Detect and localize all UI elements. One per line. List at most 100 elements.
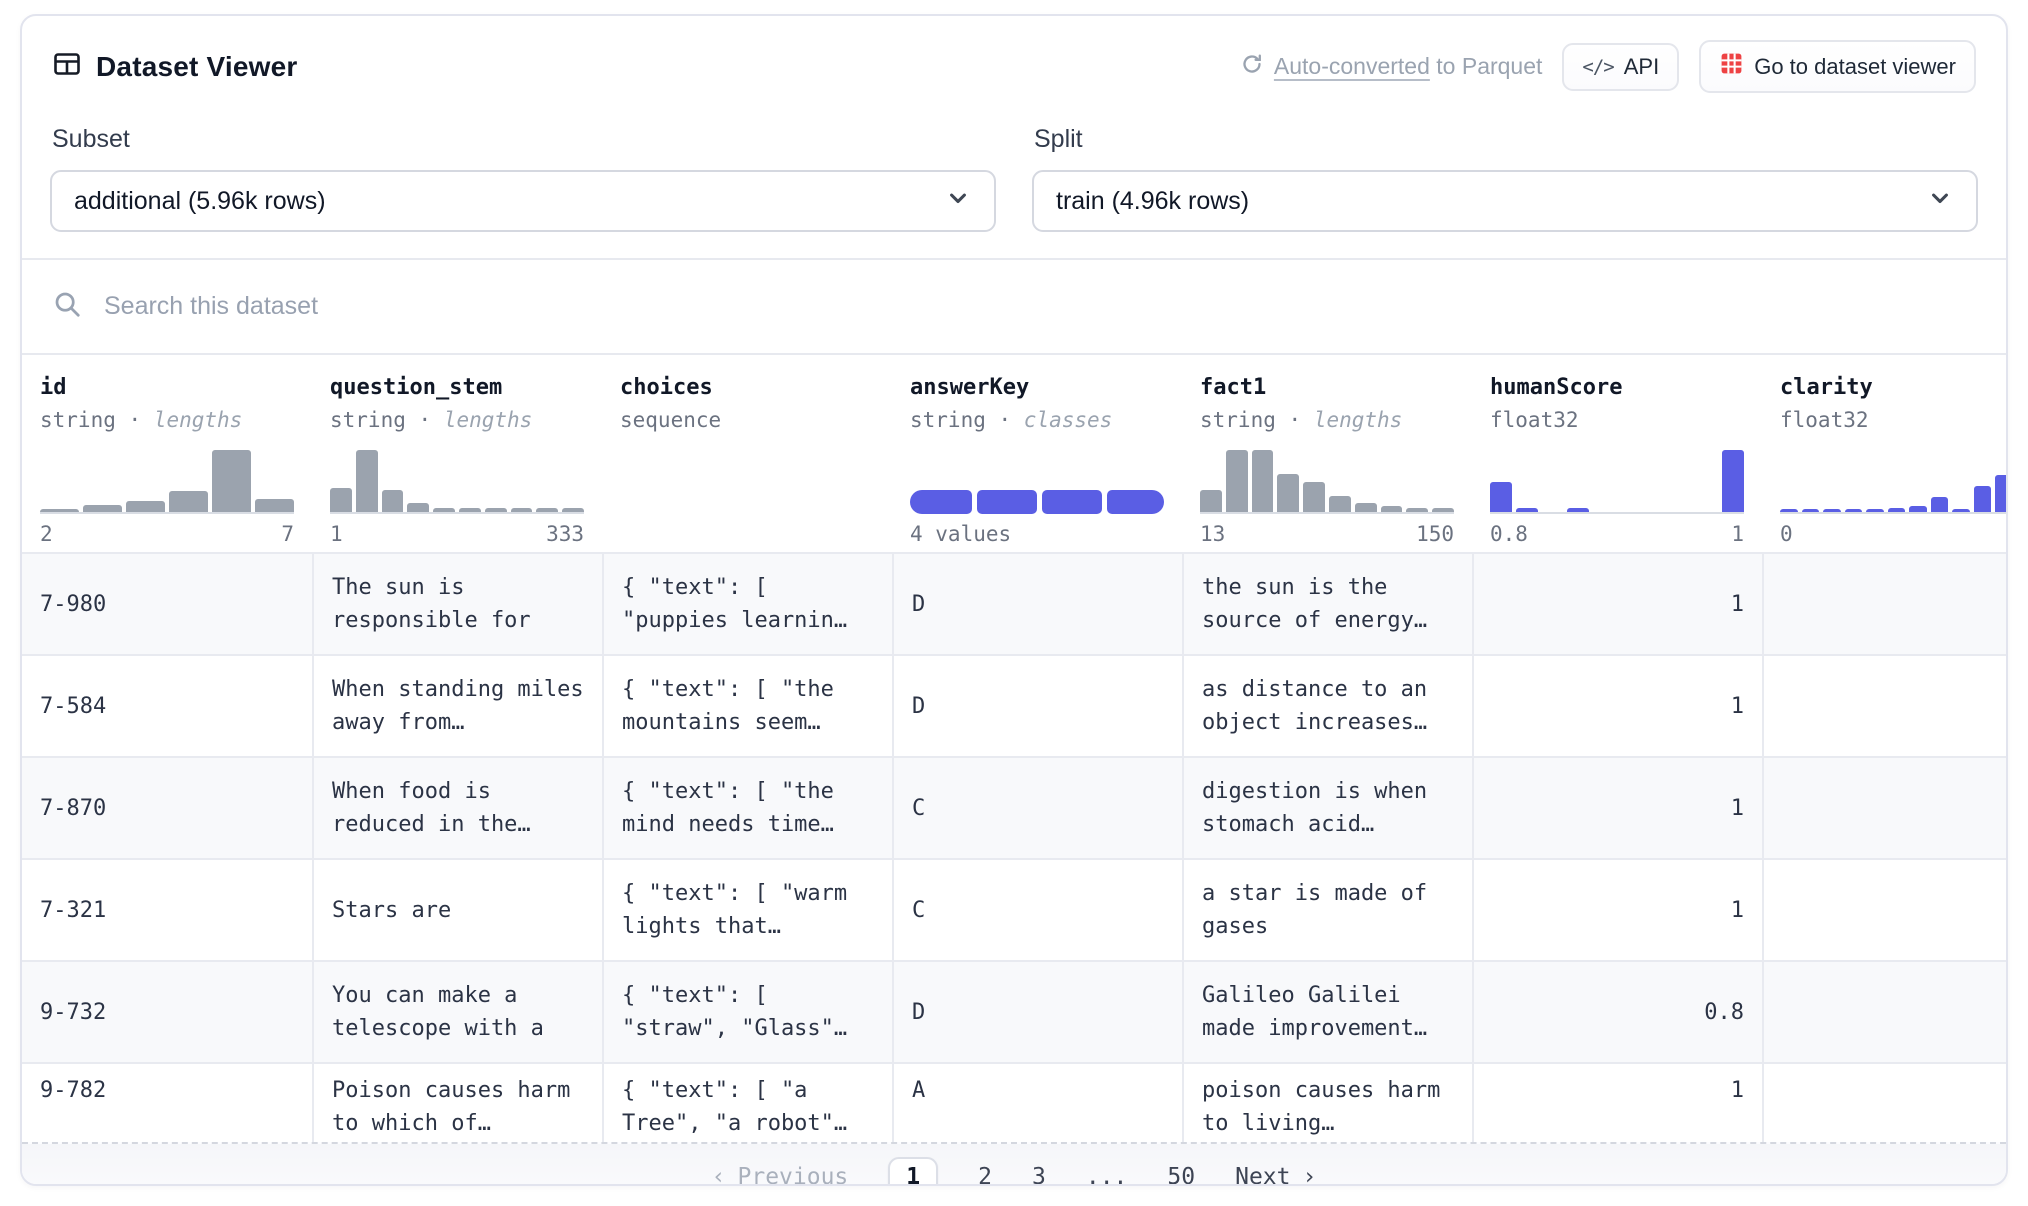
class-segment (1042, 490, 1102, 514)
cell-humanScore: 1 (1472, 656, 1762, 756)
histogram-bar (536, 508, 558, 512)
cell-clarity: 1. (1762, 860, 2008, 960)
cell-fact1: the sun is the source of energy… (1182, 554, 1472, 654)
api-button[interactable]: </> API (1562, 43, 1679, 91)
cell-id: 9-782 (22, 1064, 312, 1142)
histogram-fact1 (1200, 448, 1454, 514)
cell-fact1: poison causes harm to living… (1182, 1064, 1472, 1142)
histogram-empty (620, 448, 874, 514)
histogram-range: 27 (40, 522, 294, 546)
search-input[interactable] (104, 292, 1976, 321)
cell-answerKey: D (892, 656, 1182, 756)
cell-id: 9-732 (22, 962, 312, 1062)
column-type: string · lengths (330, 408, 584, 432)
column-name: humanScore (1490, 375, 1744, 400)
histogram-bar (511, 508, 533, 512)
next-page-button[interactable]: Next › (1235, 1164, 1316, 1186)
histogram-bar (330, 488, 352, 512)
cell-answerKey: D (892, 962, 1182, 1062)
page-button-2[interactable]: 2 (978, 1164, 992, 1186)
histogram-id (40, 448, 294, 514)
cell-answerKey: C (892, 860, 1182, 960)
histogram-bar (1567, 508, 1589, 512)
previous-page-button[interactable]: ‹ Previous (712, 1164, 849, 1186)
column-name: fact1 (1200, 375, 1454, 400)
histogram-bar (1406, 508, 1428, 512)
histogram-range: 4 values (910, 522, 1164, 546)
histogram-bar (485, 508, 507, 512)
chevron-right-icon: › (1303, 1164, 1317, 1186)
histogram-question_stem (330, 448, 584, 514)
page-button-50[interactable]: 50 (1167, 1164, 1195, 1186)
cell-clarity (1762, 962, 2008, 1062)
table-row: 7-980The sun is responsible for{ "text":… (22, 552, 2008, 654)
red-grid-icon (1719, 51, 1744, 82)
histogram-clarity (1780, 448, 2008, 514)
histogram-bar (1974, 486, 1992, 512)
histogram-bar (1845, 509, 1863, 512)
cell-humanScore: 1 (1472, 554, 1762, 654)
histogram-bar (1490, 482, 1512, 512)
cell-question_stem: You can make a telescope with a (312, 962, 602, 1062)
histogram-bar (433, 508, 455, 512)
histogram-bar (1866, 509, 1884, 512)
column-header-id: idstring · lengths27 (22, 355, 312, 552)
histogram-humanScore (1490, 448, 1744, 514)
histogram-bar (1226, 450, 1248, 512)
cell-choices: { "text": [ "the mind needs time… (602, 758, 892, 858)
cell-choices: { "text": [ "puppies learnin… (602, 554, 892, 654)
chevron-down-icon (1926, 184, 1954, 219)
column-name: answerKey (910, 375, 1164, 400)
histogram-bar (356, 450, 378, 512)
code-icon: </> (1582, 56, 1613, 78)
page-button-1[interactable]: 1 (888, 1157, 938, 1186)
column-name: choices (620, 375, 874, 400)
cell-question_stem: Poison causes harm to which of… (312, 1064, 602, 1142)
cell-question_stem: The sun is responsible for (312, 554, 602, 654)
histogram-bar (1432, 508, 1454, 512)
subset-label: Subset (52, 125, 996, 154)
split-select[interactable]: train (4.96k rows) (1032, 170, 1978, 232)
histogram-bar (83, 505, 122, 512)
column-header-answerKey: answerKeystring · classes4 values (892, 355, 1182, 552)
column-type: string · lengths (1200, 408, 1454, 432)
class-distribution-bar (910, 448, 1164, 514)
page-button-3[interactable]: 3 (1032, 1164, 1046, 1186)
cell-id: 7-584 (22, 656, 312, 756)
histogram-bar (1355, 503, 1377, 512)
table-row: 9-732You can make a telescope with a{ "t… (22, 960, 2008, 1062)
histogram-bar (255, 499, 294, 512)
cell-humanScore: 1 (1472, 1064, 1762, 1142)
histogram-bar (1381, 506, 1403, 512)
goto-dataset-viewer-button[interactable]: Go to dataset viewer (1699, 40, 1976, 93)
cell-id: 7-980 (22, 554, 312, 654)
column-name: clarity (1780, 375, 2008, 400)
column-type: float32 (1490, 408, 1744, 432)
subset-select[interactable]: additional (5.96k rows) (50, 170, 996, 232)
sync-icon (1240, 52, 1264, 82)
cell-id: 7-321 (22, 860, 312, 960)
split-label: Split (1034, 125, 1978, 154)
cell-fact1: a star is made of gases (1182, 860, 1472, 960)
histogram-bar (1888, 508, 1906, 512)
histogram-bar (1952, 509, 1970, 512)
histogram-bar (40, 509, 79, 512)
histogram-bar (1277, 474, 1299, 512)
histogram-range: 0.81 (1490, 522, 1744, 546)
histogram-bar (1802, 509, 1820, 512)
page-button-...[interactable]: ... (1086, 1164, 1128, 1186)
histogram-range: 1333 (330, 522, 584, 546)
histogram-bar (1252, 450, 1274, 512)
cell-clarity: 1. (1762, 656, 2008, 756)
class-segment (910, 490, 972, 514)
cell-answerKey: D (892, 554, 1182, 654)
cell-fact1: Galileo Galilei made improvement… (1182, 962, 1472, 1062)
table-row: 7-870When food is reduced in the…{ "text… (22, 756, 2008, 858)
cell-question_stem: Stars are (312, 860, 602, 960)
histogram-bar (126, 501, 165, 512)
auto-converted-link[interactable]: Auto-converted to Parquet (1240, 52, 1543, 82)
histogram-bar (1722, 450, 1744, 512)
table-row: 7-321Stars are{ "text": [ "warm lights t… (22, 858, 2008, 960)
cell-clarity: 1. (1762, 1064, 2008, 1142)
cell-choices: { "text": [ "straw", "Glass"… (602, 962, 892, 1062)
